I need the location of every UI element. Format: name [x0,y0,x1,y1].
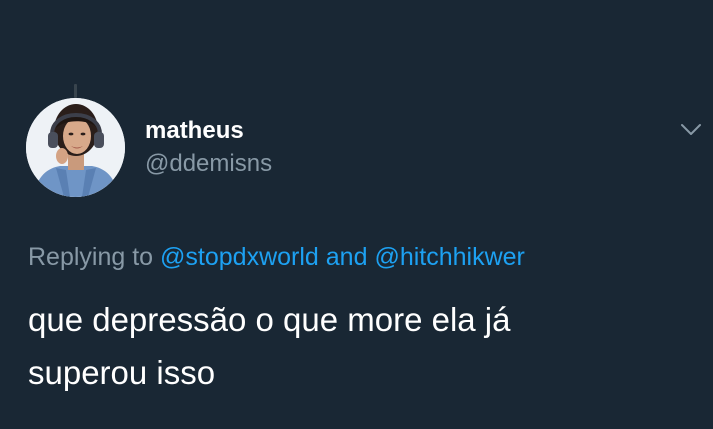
tweet-text-line: superou isso [28,354,216,391]
avatar[interactable] [26,98,125,197]
user-info: matheus @ddemisns [145,116,272,179]
mention-link-2[interactable]: @hitchhikwer [374,243,524,271]
profile-photo-icon [26,98,125,197]
thread-connector-line [74,84,77,98]
chevron-down-icon [681,124,701,135]
mention-joiner: and [325,243,368,271]
user-handle[interactable]: @ddemisns [145,149,272,179]
tweet-card: matheus @ddemisns Replying to @stopdxwor… [0,0,713,429]
replying-to-label: Replying to [28,243,154,271]
replying-to: Replying to @stopdxworld and @hitchhikwe… [28,241,525,273]
tweet-text: que depressão o que more ela já superou … [28,293,688,399]
more-options-button[interactable] [678,120,704,140]
tweet-text-line: que depressão o que more ela já [28,301,511,338]
display-name[interactable]: matheus [145,116,272,146]
mention-link-1[interactable]: @stopdxworld [160,243,319,271]
